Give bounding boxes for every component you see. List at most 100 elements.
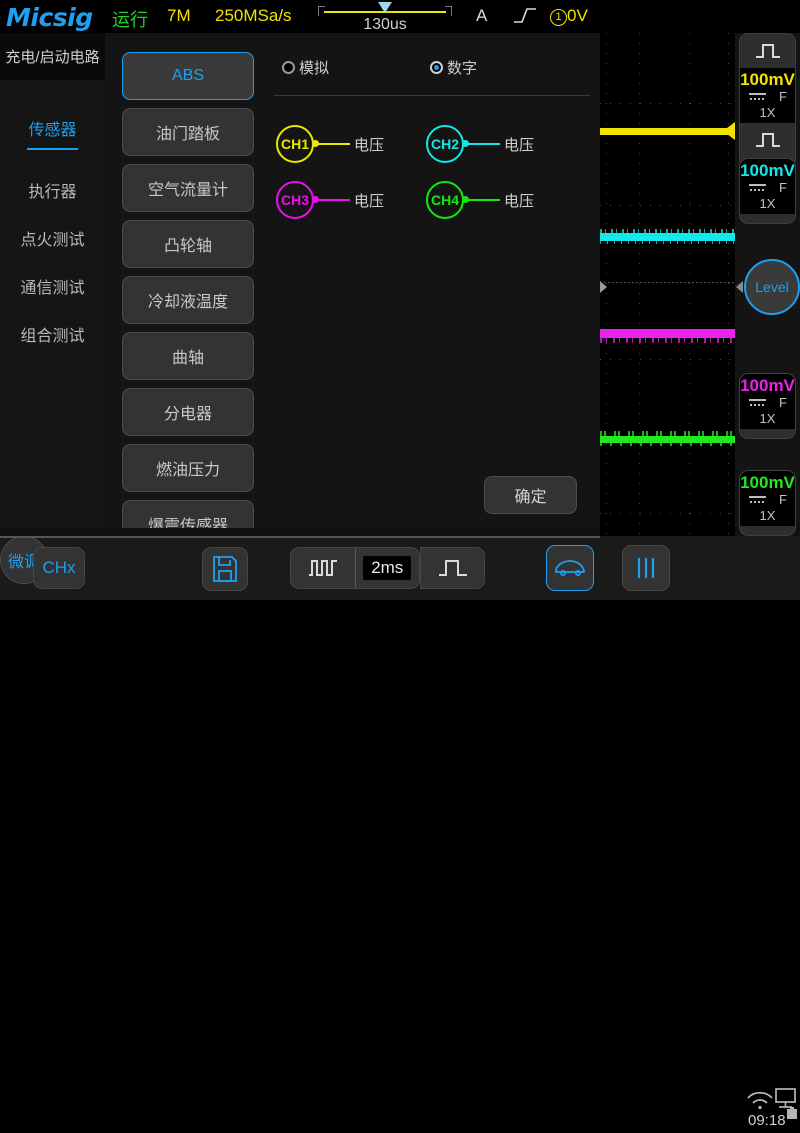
sidebar-item-combo-test[interactable]: 组合测试 [0, 310, 105, 358]
ch2-bandwidth-label: F [779, 180, 787, 195]
oscilloscope-screen: Micsig 运行 7M 250MSa/s 130us A 1 0V 充电/启动… [0, 0, 800, 1129]
trigger-level-knob-label: Level [755, 279, 789, 295]
test-item-distributor[interactable]: 分电器 [122, 388, 254, 436]
bottom-toolbar: CHx 微调 2ms 09:18 [0, 536, 800, 1129]
sidebar-item-actuators[interactable]: 执行器 [0, 166, 105, 214]
sidebar-item-sensors[interactable]: 传感器 [0, 104, 105, 152]
ch1-bandwidth-label: F [779, 89, 787, 104]
radio-checked-icon [430, 61, 443, 74]
timebase-decrease-button[interactable] [291, 548, 355, 588]
channel-map-ch4[interactable]: CH4 电压 [426, 181, 576, 229]
ch2-info[interactable]: 100mV F 1X [740, 159, 795, 214]
save-button[interactable] [202, 547, 248, 591]
ch1-volts-per-div: 100mV [740, 70, 795, 89]
channel-settings-ch2[interactable]: 100mV F 1X [739, 158, 796, 224]
trigger-level-marker-icon[interactable] [600, 281, 607, 293]
ch1-pulse-up-button[interactable] [740, 34, 795, 68]
channel-map-ch3[interactable]: CH3 电压 [276, 181, 426, 229]
radio-digital-label: 数字 [447, 60, 478, 77]
dc-coupling-icon [749, 494, 766, 505]
test-item-label: 冷却液温度 [147, 294, 228, 311]
ch1-info[interactable]: 100mV F 1X [740, 68, 795, 123]
battery-icon [787, 1107, 797, 1126]
test-item-throttle-pedal[interactable]: 油门踏板 [122, 108, 254, 156]
monitor-icon [775, 1088, 796, 1108]
brand-logo: Micsig [6, 3, 93, 32]
channel-signal-label: 电压 [354, 137, 385, 154]
three-bars-icon [637, 558, 655, 578]
confirm-button[interactable]: 确定 [484, 476, 577, 514]
sidebar-item-label: 点火测试 [20, 232, 85, 249]
test-item-camshaft[interactable]: 凸轮轴 [122, 220, 254, 268]
grid-line-horizontal [600, 103, 735, 104]
test-item-abs[interactable]: ABS [122, 52, 254, 100]
ch4-volts-per-div: 100mV [740, 473, 795, 492]
sidebar-item-ignition-test[interactable]: 点火测试 [0, 214, 105, 262]
trigger-position-marker-icon[interactable] [378, 2, 392, 13]
trigger-level-knob[interactable]: Level [744, 259, 800, 315]
ch1-pulse-down-button[interactable] [740, 123, 795, 157]
ch4-bandwidth-label: F [779, 492, 787, 507]
radio-digital[interactable]: 数字 [430, 57, 477, 78]
channel-connector-line [314, 143, 350, 145]
memory-depth-value: 7M [167, 6, 191, 25]
channel-badge: CH4 [426, 181, 464, 219]
menu-bars-button[interactable] [622, 545, 670, 591]
grid-line-horizontal [600, 359, 735, 360]
run-state-label[interactable]: 运行 [112, 6, 148, 32]
sidebar-item-label: 组合测试 [20, 328, 85, 345]
timebase-increase-button[interactable] [420, 547, 485, 589]
test-item-maf-sensor[interactable]: 空气流量计 [122, 164, 254, 212]
channel-map-ch1[interactable]: CH1 电压 [276, 125, 426, 173]
left-navigation: 充电/启动电路 传感器 执行器 点火测试 通信测试 组合测试 [0, 33, 105, 528]
channel-signal-label: 电压 [354, 193, 385, 210]
timebase-value: 2ms [363, 556, 412, 580]
ch2-volts-per-div: 100mV [740, 161, 795, 180]
radio-analog-label: 模拟 [299, 60, 330, 77]
grid-line-horizontal [600, 513, 735, 514]
nav-header-title[interactable]: 充电/启动电路 [0, 33, 105, 80]
top-status-bar: Micsig 运行 7M 250MSa/s 130us A 1 0V [0, 0, 800, 33]
channel-settings-ch1[interactable]: 100mV F 1X [739, 33, 796, 168]
automotive-mode-button[interactable] [546, 545, 594, 591]
test-item-coolant-temp[interactable]: 冷却液温度 [122, 276, 254, 324]
panel-divider [274, 95, 590, 96]
sidebar-item-label: 传感器 [28, 122, 77, 139]
test-item-knock-sensor[interactable]: 爆震传感器 [122, 500, 254, 528]
channel-connector-line [314, 199, 350, 201]
test-item-crankshaft[interactable]: 曲轴 [122, 332, 254, 380]
test-item-label: 分电器 [163, 406, 212, 423]
channel-signal-label: 电压 [504, 137, 535, 154]
grid-center-line [600, 282, 735, 283]
sidebar-item-label: 执行器 [28, 184, 77, 201]
test-item-label: 燃油压力 [155, 462, 220, 479]
trigger-level-readout: 1 0V [550, 6, 588, 26]
channel-map-ch2[interactable]: CH2 电压 [426, 125, 576, 173]
toolbar-top-divider [0, 536, 600, 538]
main-config-panel: 模拟 数字 CH1 电压 CH2 电压 CH3 电压 CH4 电压 [260, 33, 600, 528]
ch4-probe-ratio: 1X [759, 508, 776, 523]
test-item-fuel-pressure[interactable]: 燃油压力 [122, 444, 254, 492]
horizontal-position-indicator[interactable]: 130us [318, 2, 452, 33]
timebase-control-group[interactable]: 2ms [290, 547, 420, 589]
channel-settings-ch3[interactable]: 100mV F 1X [739, 373, 796, 439]
pulse-icon [755, 44, 780, 58]
radio-analog[interactable]: 模拟 [282, 57, 329, 78]
channel-settings-ch4[interactable]: 100mV F 1X [739, 470, 796, 536]
acquisition-info[interactable]: 7M 250MSa/s [155, 2, 305, 31]
channel-badge: CH3 [276, 181, 314, 219]
sidebar-item-comm-test[interactable]: 通信测试 [0, 262, 105, 310]
radio-unchecked-icon [282, 61, 295, 74]
trigger-info-bar[interactable]: A 1 0V [462, 2, 800, 31]
dc-coupling-icon [749, 397, 766, 408]
ch3-probe-ratio: 1X [759, 411, 776, 426]
car-icon [555, 560, 585, 577]
dc-coupling-icon [749, 182, 766, 193]
pulse-train-icon [308, 560, 337, 576]
channel-select-button[interactable]: CHx [33, 547, 85, 589]
signal-mode-radio-group: 模拟 数字 [274, 57, 590, 81]
ch3-info[interactable]: 100mV F 1X [740, 374, 795, 429]
timebase-value-display[interactable]: 2ms [356, 548, 420, 588]
waveform-display[interactable] [600, 33, 735, 536]
ch4-info[interactable]: 100mV F 1X [740, 471, 795, 526]
